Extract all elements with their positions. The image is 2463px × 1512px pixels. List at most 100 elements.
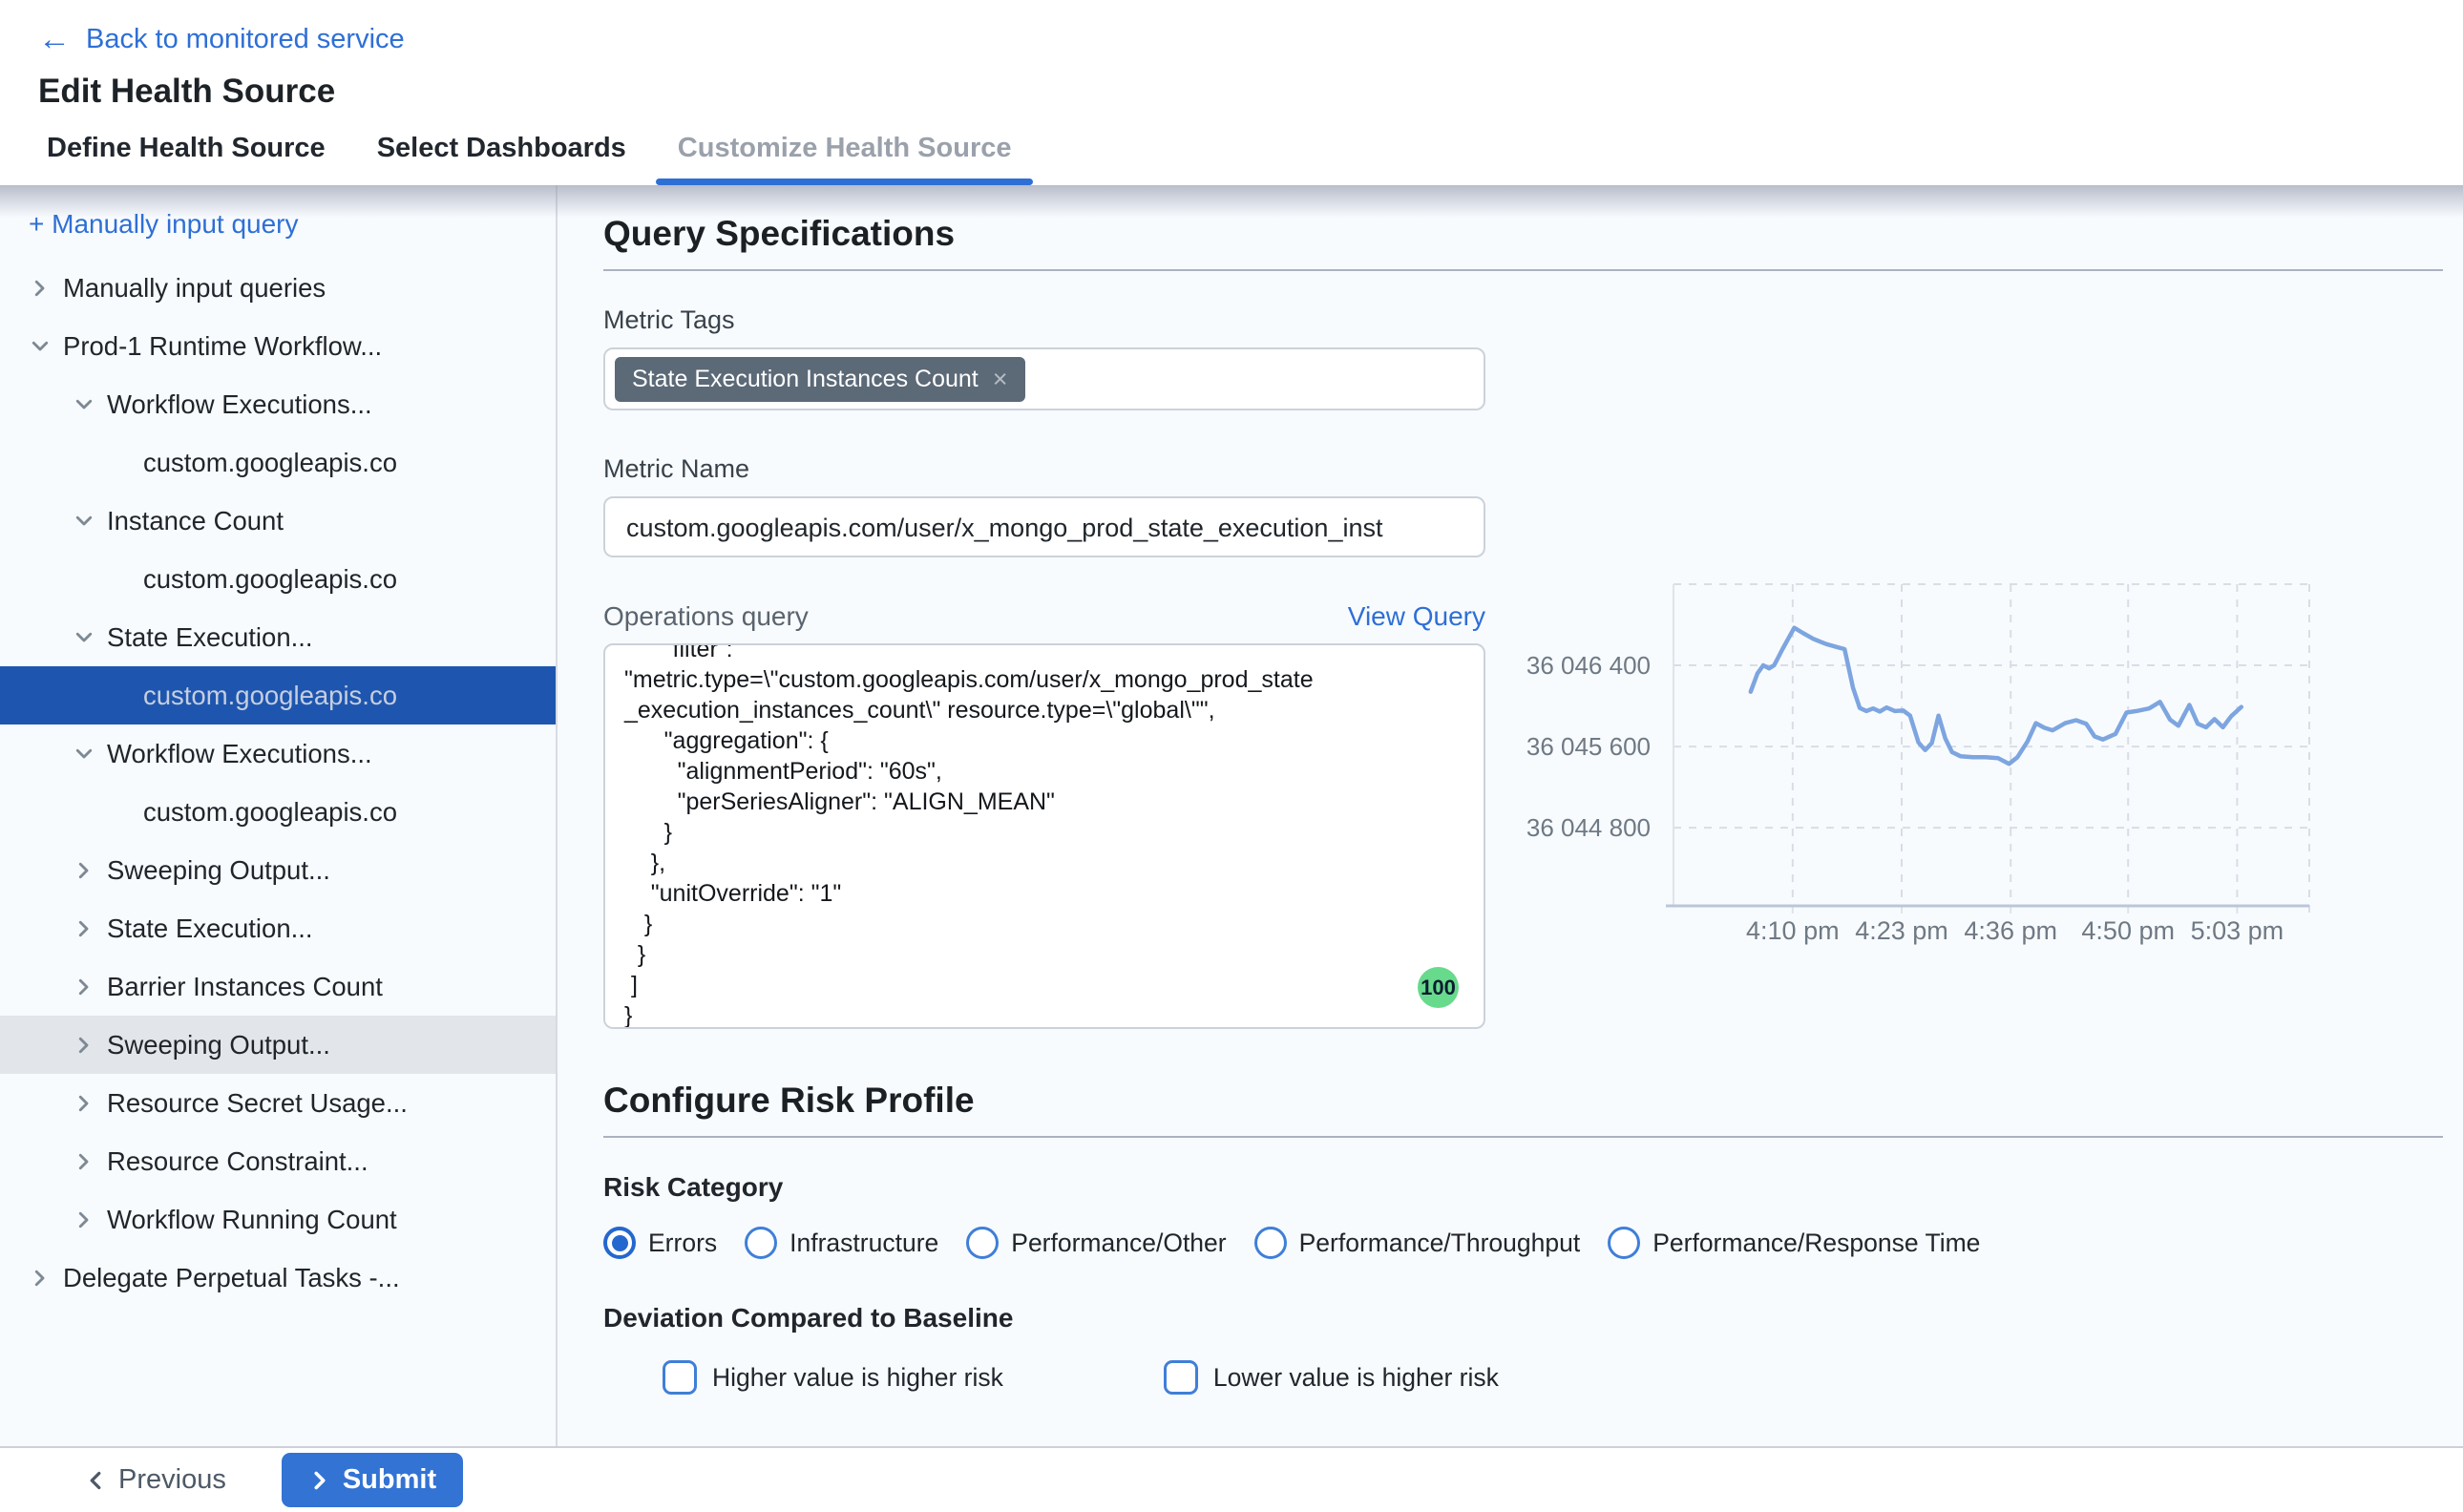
risk-radio-errors[interactable]: Errors bbox=[603, 1227, 717, 1259]
deviation-label: Deviation Compared to Baseline bbox=[603, 1303, 2463, 1334]
sidebar-item[interactable]: State Execution... bbox=[0, 899, 556, 957]
radio-label: Performance/Throughput bbox=[1299, 1228, 1581, 1258]
sidebar-item[interactable]: Sweeping Output... bbox=[0, 1016, 556, 1074]
radio-label: Performance/Other bbox=[1011, 1228, 1226, 1258]
sidebar-item[interactable]: State Execution... bbox=[0, 608, 556, 666]
metric-tags-input[interactable]: State Execution Instances Count × bbox=[603, 347, 1485, 410]
metric-preview-chart: 36 046 40036 045 60036 044 8004:10 pm4:2… bbox=[1502, 554, 2456, 1002]
back-arrow-icon: ← bbox=[38, 23, 71, 55]
chevron-down-icon[interactable] bbox=[73, 625, 97, 650]
sidebar-item-label: Resource Secret Usage... bbox=[107, 1088, 408, 1119]
sidebar-item[interactable]: Sweeping Output... bbox=[0, 841, 556, 899]
operations-query-editor[interactable]: "filter": "metric.type=\"custom.googleap… bbox=[603, 643, 1485, 1029]
deviation-checkbox-lower-value-is-higher-risk[interactable]: Lower value is higher risk bbox=[1164, 1360, 1499, 1395]
sidebar-item[interactable]: Prod-1 Runtime Workflow... bbox=[0, 317, 556, 375]
deviation-checkbox-higher-value-is-higher-risk[interactable]: Higher value is higher risk bbox=[663, 1360, 1003, 1395]
risk-radio-performance-response-time[interactable]: Performance/Response Time bbox=[1608, 1227, 1980, 1259]
sidebar-item[interactable]: custom.googleapis.co bbox=[0, 550, 556, 608]
radio-label: Errors bbox=[648, 1228, 717, 1258]
chevron-left-icon bbox=[84, 1469, 107, 1492]
sidebar-item[interactable]: custom.googleapis.co bbox=[0, 783, 556, 841]
chevron-down-icon[interactable] bbox=[73, 509, 97, 534]
risk-radio-infrastructure[interactable]: Infrastructure bbox=[745, 1227, 938, 1259]
sidebar-item-label: Manually input queries bbox=[63, 273, 326, 304]
page-header: ← Back to monitored service Edit Health … bbox=[0, 0, 2463, 111]
page: ← Back to monitored service Edit Health … bbox=[0, 0, 2463, 1512]
submit-button-label: Submit bbox=[343, 1464, 436, 1496]
footer-bar: Previous Submit bbox=[0, 1446, 2463, 1512]
sidebar-item[interactable]: Resource Secret Usage... bbox=[0, 1074, 556, 1132]
tab-customize-health-source[interactable]: Customize Health Source bbox=[652, 111, 1038, 185]
chevron-right-icon[interactable] bbox=[29, 1266, 53, 1291]
sidebar-item-label: Sweeping Output... bbox=[107, 1030, 330, 1060]
chevron-down-icon[interactable] bbox=[73, 742, 97, 766]
radio-icon[interactable] bbox=[745, 1227, 777, 1259]
sidebar-item-label: Prod-1 Runtime Workflow... bbox=[63, 331, 382, 362]
sidebar-item-label: State Execution... bbox=[107, 914, 313, 944]
chevron-right-icon[interactable] bbox=[73, 1091, 97, 1116]
chevron-right-icon[interactable] bbox=[73, 858, 97, 883]
risk-radio-performance-other[interactable]: Performance/Other bbox=[966, 1227, 1226, 1259]
sidebar-item-label: Workflow Executions... bbox=[107, 739, 372, 769]
tab-select-dashboards[interactable]: Select Dashboards bbox=[351, 111, 652, 185]
metric-tag-chip[interactable]: State Execution Instances Count × bbox=[615, 357, 1025, 402]
risk-category-options: Errors Infrastructure Performance/Other Per… bbox=[603, 1227, 2463, 1259]
radio-label: Performance/Response Time bbox=[1653, 1228, 1980, 1258]
svg-text:36 044 800: 36 044 800 bbox=[1526, 813, 1651, 842]
chevron-right-icon[interactable] bbox=[73, 1149, 97, 1174]
risk-radio-performance-throughput[interactable]: Performance/Throughput bbox=[1254, 1227, 1581, 1259]
query-specifications-heading: Query Specifications bbox=[603, 214, 2463, 254]
radio-icon[interactable] bbox=[603, 1227, 636, 1259]
checkbox-label: Higher value is higher risk bbox=[712, 1363, 1003, 1393]
sidebar-item[interactable]: Barrier Instances Count bbox=[0, 957, 556, 1016]
sidebar-item-label: Barrier Instances Count bbox=[107, 972, 383, 1002]
chevron-right-icon[interactable] bbox=[29, 276, 53, 301]
operations-query-row: Operations query View Query bbox=[603, 601, 1485, 632]
remove-tag-icon[interactable]: × bbox=[993, 365, 1008, 394]
sidebar-item-label: Delegate Perpetual Tasks -... bbox=[63, 1263, 400, 1293]
checkbox-icon[interactable] bbox=[1164, 1360, 1198, 1395]
radio-icon[interactable] bbox=[1254, 1227, 1287, 1259]
sidebar-item-label: Instance Count bbox=[107, 506, 284, 536]
radio-icon[interactable] bbox=[966, 1227, 999, 1259]
submit-button[interactable]: Submit bbox=[282, 1453, 463, 1507]
sidebar-item-label: custom.googleapis.co bbox=[143, 564, 397, 595]
chevron-right-icon[interactable] bbox=[73, 1208, 97, 1232]
sidebar-item[interactable]: Manually input queries bbox=[0, 259, 556, 317]
svg-text:4:10 pm: 4:10 pm bbox=[1746, 916, 1840, 945]
chevron-right-icon[interactable] bbox=[73, 975, 97, 999]
radio-icon[interactable] bbox=[1608, 1227, 1640, 1259]
sidebar-item[interactable]: Resource Constraint... bbox=[0, 1132, 556, 1190]
sidebar-item[interactable]: Workflow Executions... bbox=[0, 375, 556, 433]
previous-button[interactable]: Previous bbox=[84, 1464, 226, 1496]
manually-input-query-link[interactable]: + Manually input query bbox=[0, 195, 556, 254]
operations-query-label: Operations query bbox=[603, 601, 809, 632]
sidebar-item-label: custom.googleapis.co bbox=[143, 681, 397, 711]
back-link[interactable]: ← Back to monitored service bbox=[38, 23, 2463, 55]
sidebar-item[interactable]: custom.googleapis.co bbox=[0, 433, 556, 492]
sidebar-item[interactable]: Workflow Executions... bbox=[0, 724, 556, 783]
sidebar-item[interactable]: Instance Count bbox=[0, 492, 556, 550]
sidebar-item[interactable]: Workflow Running Count bbox=[0, 1190, 556, 1249]
view-query-link[interactable]: View Query bbox=[1348, 601, 1485, 632]
sidebar-item-label: State Execution... bbox=[107, 622, 313, 653]
section-divider-2 bbox=[603, 1136, 2443, 1138]
operations-query-code[interactable]: "filter": "metric.type=\"custom.googleap… bbox=[624, 643, 1464, 1029]
query-record-count-badge: 100 bbox=[1418, 967, 1459, 1008]
svg-text:4:50 pm: 4:50 pm bbox=[2081, 916, 2175, 945]
sidebar-item[interactable]: custom.googleapis.co bbox=[0, 666, 556, 724]
metric-name-input[interactable]: custom.googleapis.com/user/x_mongo_prod_… bbox=[603, 496, 1485, 557]
svg-text:4:23 pm: 4:23 pm bbox=[1855, 916, 1948, 945]
sidebar-item-label: Sweeping Output... bbox=[107, 855, 330, 886]
radio-label: Infrastructure bbox=[789, 1228, 938, 1258]
chevron-right-icon[interactable] bbox=[73, 1033, 97, 1058]
chevron-down-icon[interactable] bbox=[29, 334, 53, 359]
svg-text:5:03 pm: 5:03 pm bbox=[2191, 916, 2284, 945]
chevron-right-icon[interactable] bbox=[73, 916, 97, 941]
sidebar-item[interactable]: Delegate Perpetual Tasks -... bbox=[0, 1249, 556, 1307]
tab-define-health-source[interactable]: Define Health Source bbox=[21, 111, 351, 185]
sidebar-tree: Manually input queries Prod-1 Runtime Wor… bbox=[0, 259, 556, 1307]
checkbox-icon[interactable] bbox=[663, 1360, 697, 1395]
configure-risk-profile-heading: Configure Risk Profile bbox=[603, 1081, 2463, 1121]
chevron-down-icon[interactable] bbox=[73, 392, 97, 417]
